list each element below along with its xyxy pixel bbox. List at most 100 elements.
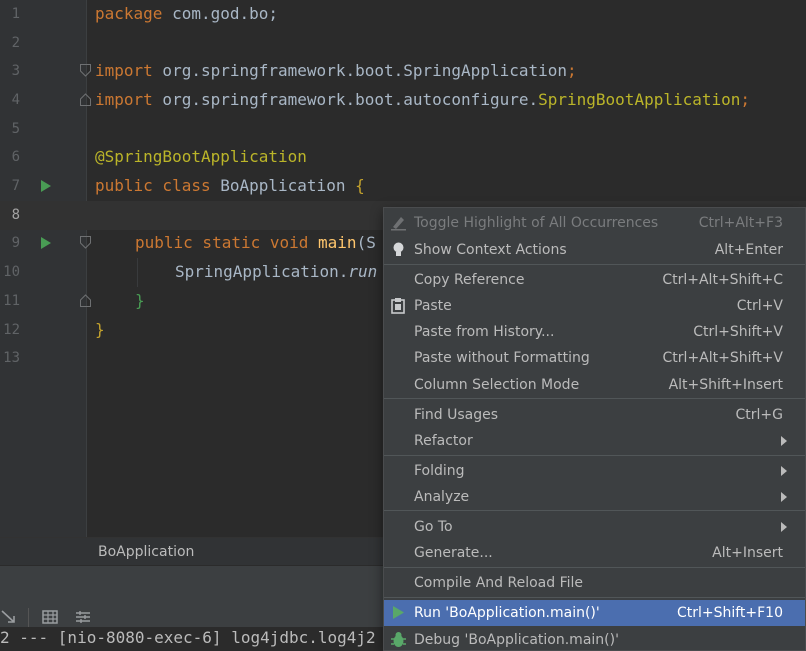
line-number: 5 <box>11 121 20 137</box>
menu-item-shortcut: Ctrl+Alt+Shift+V <box>662 350 783 366</box>
code-token: ; <box>567 61 577 80</box>
menu-item-label: Run 'BoApplication.main()' <box>414 605 600 621</box>
menu-item-label: Toggle Highlight of All Occurrences <box>414 215 659 231</box>
fold-start-icon[interactable] <box>80 236 91 249</box>
menu-item-refactor[interactable]: Refactor <box>384 428 805 454</box>
menu-item-compile-and-reload[interactable]: Compile And Reload File <box>384 570 805 596</box>
menu-item-shortcut: Ctrl+Alt+F3 <box>698 215 783 231</box>
code-text: import org.springframework.boot.SpringAp… <box>95 61 577 81</box>
line-number: 3 <box>11 63 20 79</box>
menu-item-label: Column Selection Mode <box>414 377 580 393</box>
code-line[interactable]: 1 package com.god.bo; <box>0 0 806 29</box>
menu-separator <box>384 597 805 598</box>
context-menu: Toggle Highlight of All Occurrences Ctrl… <box>383 207 806 651</box>
code-text: import org.springframework.boot.autoconf… <box>95 90 750 110</box>
toolbar-divider <box>28 608 29 628</box>
submenu-arrow-icon <box>781 466 787 476</box>
fold-end-icon[interactable] <box>80 294 91 307</box>
indent-guide <box>137 258 138 287</box>
menu-item-show-context-actions[interactable]: Show Context Actions Alt+Enter <box>384 237 805 263</box>
code-token: org.springframework.boot.autoconfigure. <box>152 90 539 109</box>
menu-item-shortcut: Alt+Insert <box>712 545 783 561</box>
highlighter-icon <box>390 214 407 231</box>
menu-item-shortcut: Alt+Shift+Insert <box>668 377 783 393</box>
menu-item-label: Debug 'BoApplication.main()' <box>414 632 619 648</box>
line-number: 7 <box>11 178 20 194</box>
menu-item-copy-reference[interactable]: Copy Reference Ctrl+Alt+Shift+C <box>384 267 805 293</box>
submenu-arrow-icon <box>781 492 787 502</box>
code-token: main <box>308 233 357 252</box>
menu-item-analyze[interactable]: Analyze <box>384 484 805 510</box>
menu-item-column-selection-mode[interactable]: Column Selection Mode Alt+Shift+Insert <box>384 372 805 398</box>
menu-item-shortcut: Ctrl+Alt+Shift+C <box>662 272 783 288</box>
code-token: SpringBootApplication <box>538 90 741 109</box>
menu-item-debug-main[interactable]: Debug 'BoApplication.main()' <box>384 627 805 651</box>
code-line[interactable]: 6 @SpringBootApplication <box>0 143 806 172</box>
fold-start-icon[interactable] <box>80 64 91 77</box>
menu-item-run-main[interactable]: Run 'BoApplication.main()' Ctrl+Shift+F1… <box>384 600 805 626</box>
menu-separator <box>384 398 805 399</box>
menu-item-label: Copy Reference <box>414 272 525 288</box>
table-icon[interactable] <box>41 608 59 626</box>
line-number: 11 <box>3 293 20 309</box>
menu-item-folding[interactable]: Folding <box>384 458 805 484</box>
code-token: import <box>95 90 153 109</box>
code-token: } <box>95 320 105 339</box>
lightbulb-icon <box>390 241 407 258</box>
menu-item-shortcut: Ctrl+G <box>735 407 784 423</box>
code-text: public class BoApplication { <box>95 176 365 196</box>
menu-item-paste-from-history[interactable]: Paste from History... Ctrl+Shift+V <box>384 319 805 345</box>
menu-item-shortcut: Alt+Enter <box>714 242 783 258</box>
code-text: SpringApplication.run <box>175 262 377 282</box>
code-line[interactable]: 7 public class BoApplication { <box>0 172 806 201</box>
code-token: package <box>95 4 163 23</box>
code-line[interactable]: 3 import org.springframework.boot.Spring… <box>0 57 806 86</box>
menu-separator <box>384 567 805 568</box>
filter-lines-icon[interactable] <box>74 608 92 626</box>
code-token: public static void <box>135 233 309 252</box>
menu-item-label: Show Context Actions <box>414 242 567 258</box>
menu-item-label: Paste without Formatting <box>414 350 590 366</box>
menu-item-label: Go To <box>414 519 453 535</box>
line-number: 1 <box>11 6 20 22</box>
menu-item-label: Refactor <box>414 433 473 449</box>
submenu-arrow-icon <box>781 436 787 446</box>
code-token: { <box>355 176 365 195</box>
menu-item-shortcut: Ctrl+Shift+V <box>693 324 783 340</box>
fold-end-icon[interactable] <box>80 93 91 106</box>
code-token: ; <box>740 90 751 109</box>
menu-item-label: Find Usages <box>414 407 499 423</box>
menu-item-paste[interactable]: Paste Ctrl+V <box>384 293 805 319</box>
code-token: import <box>95 61 153 80</box>
run-gutter-icon[interactable] <box>41 180 51 192</box>
line-number: 13 <box>3 350 20 366</box>
menu-item-toggle-highlight[interactable]: Toggle Highlight of All Occurrences Ctrl… <box>384 210 805 236</box>
run-icon <box>390 604 407 621</box>
code-token: BoApplication <box>210 176 356 195</box>
menu-item-shortcut: Ctrl+Shift+F10 <box>676 605 783 621</box>
line-number: 8 <box>11 207 20 223</box>
code-text: public static void main(S <box>135 233 376 253</box>
code-token: public class <box>95 176 211 195</box>
scroll-to-end-icon[interactable] <box>0 608 18 626</box>
menu-item-paste-without-formatting[interactable]: Paste without Formatting Ctrl+Alt+Shift+… <box>384 345 805 371</box>
line-number: 2 <box>11 35 20 51</box>
breadcrumb[interactable]: BoApplication <box>98 544 194 560</box>
line-number: 6 <box>11 149 20 165</box>
menu-item-label: Compile And Reload File <box>414 575 584 591</box>
code-line[interactable]: 5 <box>0 115 806 144</box>
line-number: 9 <box>11 235 20 251</box>
debug-icon <box>390 631 407 648</box>
menu-item-label: Paste from History... <box>414 324 555 340</box>
code-token: SpringApplication. <box>175 262 349 281</box>
code-token: } <box>135 291 145 310</box>
code-line[interactable]: 2 <box>0 29 806 58</box>
menu-item-generate[interactable]: Generate... Alt+Insert <box>384 540 805 566</box>
menu-separator <box>384 455 805 456</box>
menu-item-find-usages[interactable]: Find Usages Ctrl+G <box>384 402 805 428</box>
run-gutter-icon[interactable] <box>41 237 51 249</box>
code-line[interactable]: 4 import org.springframework.boot.autoco… <box>0 86 806 115</box>
menu-item-label: Analyze <box>414 489 470 505</box>
line-number: 12 <box>3 322 20 338</box>
menu-item-go-to[interactable]: Go To <box>384 514 805 540</box>
